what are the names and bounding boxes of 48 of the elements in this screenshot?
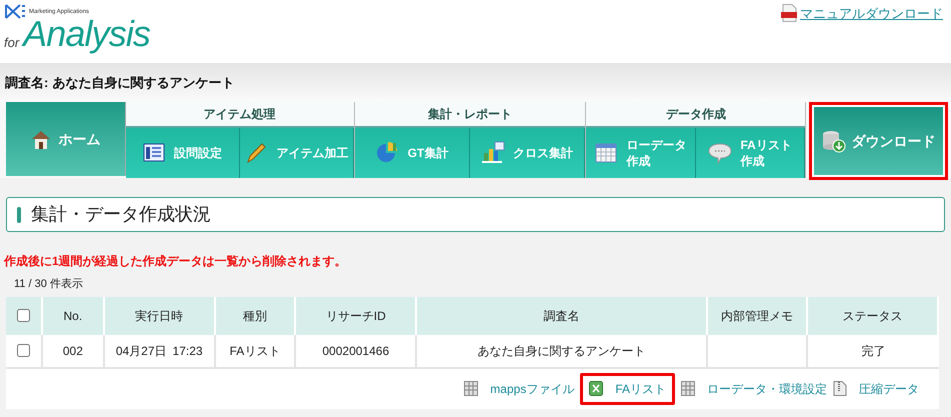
download-link[interactable]: ローデータ・環境設定 (681, 380, 827, 398)
row-checkbox[interactable] (16, 344, 30, 357)
house-icon (30, 128, 52, 150)
table-cell: あなた自身に関するアンケート (417, 334, 708, 366)
logo-mark-icon (4, 3, 26, 20)
speech-bubble-icon (708, 141, 732, 165)
table-cell: 04月27日 17:23 (104, 334, 216, 366)
column-header: リサーチID (296, 296, 418, 334)
column-header: 実行日時 (104, 296, 216, 334)
nav-tab[interactable]: 設問設定 (126, 128, 240, 178)
download-link[interactable]: FAリスト (580, 372, 675, 404)
manual-download-link[interactable]: マニュアルダウンロード (800, 4, 943, 24)
logo-for: for (4, 36, 20, 49)
survey-name: あなた自身に関するアンケート (52, 74, 234, 92)
pie-chart-icon (376, 141, 400, 165)
spreadsheet-icon (594, 141, 618, 165)
nav-tab[interactable]: クロス集計 (470, 128, 586, 178)
table-icon (681, 381, 695, 396)
section-title: 集計・データ作成状況 (31, 203, 211, 226)
table-cell: FAリスト (216, 334, 296, 366)
pencil-icon (244, 141, 268, 165)
home-tab[interactable]: ホーム (6, 102, 126, 176)
table-cell: 002 (42, 334, 105, 366)
table-cell: 0002001466 (296, 334, 418, 366)
download-link[interactable]: mappsファイル (464, 380, 574, 398)
nav-tab[interactable]: FAリスト 作成 (696, 128, 806, 178)
download-tab[interactable]: ダウンロード (812, 105, 945, 177)
pdf-file-icon (781, 4, 798, 22)
column-header: 調査名 (417, 296, 708, 334)
column-header: ステータス (808, 296, 939, 334)
bar-chart-icon (481, 141, 506, 165)
spreadsheet-file-icon (589, 381, 604, 396)
column-header: 種別 (216, 296, 296, 334)
table-icon (464, 381, 478, 396)
count-text: 11 / 30 件表示 (14, 277, 84, 292)
column-header: 内部管理メモ (708, 296, 808, 334)
nav-tab[interactable]: GT集計 (354, 128, 470, 178)
column-header: No. (42, 296, 105, 334)
database-download-icon (822, 129, 846, 153)
survey-label: 調査名: (5, 74, 48, 92)
select-all-checkbox[interactable] (16, 309, 30, 322)
nav-tab[interactable]: ローデータ 作成 (586, 128, 696, 178)
logo-wordmark: Analysis (23, 16, 150, 52)
download-link[interactable]: 圧縮データ (833, 380, 919, 398)
zip-file-icon (833, 381, 847, 396)
table-cell-text: 完了 (860, 342, 887, 360)
nav-tab[interactable]: アイテム加工 (240, 128, 354, 178)
notice-text: 作成後に1週間が経過した作成データは一覧から削除されます。 (4, 253, 348, 270)
